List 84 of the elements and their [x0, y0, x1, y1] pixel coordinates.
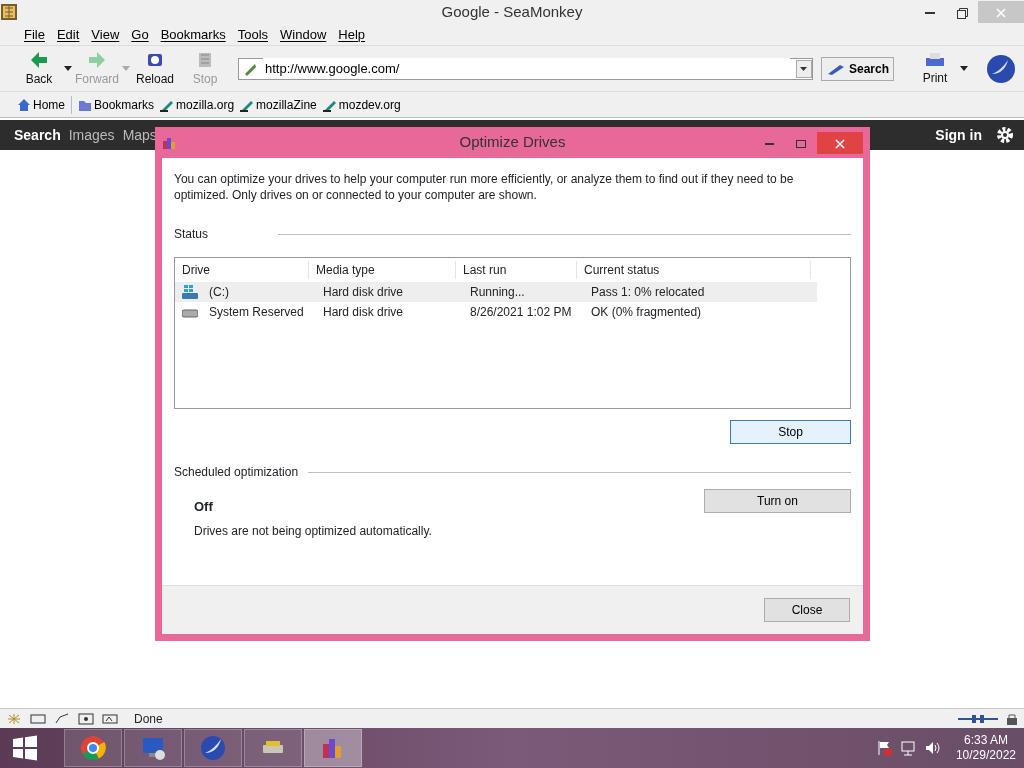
bookmark-link[interactable]: mozilla.org	[157, 95, 238, 114]
nav-link[interactable]: Images	[64, 124, 119, 146]
maximize-icon	[796, 138, 806, 149]
url-field[interactable]: http://www.google.com/	[238, 57, 813, 80]
column-header[interactable]: Media type	[309, 261, 456, 280]
table-row[interactable]: (C:) Hard disk drive Running... Pass 1: 0% relocated	[175, 282, 817, 303]
app-icon	[0, 3, 18, 21]
taskbar-button[interactable]	[64, 729, 122, 767]
start-icon[interactable]	[12, 735, 38, 761]
menu-item[interactable]: Help	[332, 22, 372, 47]
status-text: Done	[133, 710, 163, 728]
status-icon[interactable]	[102, 712, 118, 725]
column-header[interactable]: Current status	[577, 261, 811, 280]
turn-on-button[interactable]: Turn on	[704, 489, 851, 514]
windows-drive-icon	[182, 285, 198, 300]
close-icon	[996, 8, 1006, 19]
table-row[interactable]: System Reserved Hard disk drive 8/26/2021 1:02 PM OK (0% fragmented)	[175, 302, 817, 323]
bookmark-link[interactable]: mozdev.org	[319, 95, 404, 114]
dropdown-button[interactable]	[795, 59, 812, 78]
taskbar-button[interactable]	[304, 729, 362, 767]
table-cell-text: OK (0% fragmented)	[590, 304, 702, 322]
column-header[interactable]: Drive	[175, 261, 309, 280]
back-button[interactable]: Back	[14, 49, 64, 88]
network-icon[interactable]	[899, 740, 916, 756]
dialog-title: Optimize Drives	[459, 132, 566, 153]
menu-item[interactable]: Bookmarks	[154, 22, 232, 47]
browser-icon	[80, 735, 106, 761]
nav-link[interactable]: Maps	[118, 124, 161, 146]
schedule-state: Off	[194, 498, 214, 517]
dropdown-icon[interactable]	[960, 65, 968, 72]
connection-icon	[958, 712, 998, 725]
print-button[interactable]: Print	[910, 50, 960, 87]
caret-icon	[800, 66, 808, 71]
minimize-icon	[764, 142, 774, 145]
flag-icon[interactable]	[875, 740, 892, 756]
table-cell-text: Running...	[469, 284, 525, 302]
clock-date: 10/29/2022	[955, 748, 1016, 763]
restore-icon	[956, 7, 968, 19]
table-cell-text: Hard disk drive	[322, 304, 404, 322]
search-button[interactable]: Search	[820, 56, 894, 81]
table-cell-text: (C:)	[208, 284, 229, 302]
sign-in-link[interactable]: Sign in	[931, 124, 986, 146]
menu-item[interactable]: Tools	[231, 22, 275, 47]
menu-item[interactable]: File	[18, 22, 51, 47]
bookmark-link[interactable]: Bookmarks	[75, 95, 158, 114]
reload-button[interactable]: Reload	[130, 49, 180, 88]
arrow-icon	[87, 49, 107, 70]
home-icon	[17, 97, 31, 112]
intro-text: You can optimize your drives to help your computer run more efficiently, or analyze them to find out if they need to be optimized. Only drives on or connected to your computer are shown.	[173, 171, 795, 204]
table-cell-text: System Reserved	[208, 304, 304, 322]
clock-time: 6:33 AM	[962, 733, 1009, 748]
volume-icon[interactable]	[923, 740, 940, 756]
clock[interactable]: 6:33 AM 10/29/2022	[947, 733, 1024, 763]
menu-item[interactable]: View	[85, 22, 126, 47]
printer-icon	[924, 50, 946, 69]
dropdown-icon[interactable]	[64, 65, 72, 72]
stop-button[interactable]: Stop	[730, 420, 851, 445]
taskbar-button[interactable]	[124, 729, 182, 767]
schedule-description: Drives are not being optimized automatically.	[194, 522, 432, 540]
nav-link[interactable]: Search	[10, 124, 65, 146]
status-icon[interactable]	[78, 712, 94, 725]
menu-item[interactable]: Window	[274, 22, 333, 47]
lock-icon	[1006, 712, 1018, 725]
taskbar-button[interactable]	[244, 729, 302, 767]
table-cell-text: Hard disk drive	[322, 284, 404, 302]
seamonkey-icon	[200, 735, 226, 761]
table-cell-text: 8/26/2021 1:02 PM	[469, 304, 572, 322]
window-title: Google - SeaMonkey	[441, 1, 583, 22]
close-icon	[835, 138, 845, 149]
table-cell-text: Pass 1: 0% relocated	[590, 284, 705, 302]
status-icon[interactable]	[54, 712, 70, 725]
menu-item[interactable]: Edit	[50, 22, 86, 47]
defrag-icon	[162, 135, 176, 150]
bookmark-link[interactable]: mozillaZine	[237, 95, 320, 114]
menu-item[interactable]: Go	[125, 22, 155, 47]
logo-icon	[986, 53, 1016, 84]
minimize-icon	[925, 12, 935, 15]
bookmark-link[interactable]: Home	[14, 95, 68, 114]
close-button[interactable]: Close	[764, 598, 850, 622]
section-label: Scheduled optimization	[174, 464, 299, 482]
column-header[interactable]: Last run	[456, 261, 577, 280]
monitor-icon	[140, 735, 166, 761]
settings-icon[interactable]	[996, 126, 1014, 144]
section-label: Status	[174, 226, 209, 244]
